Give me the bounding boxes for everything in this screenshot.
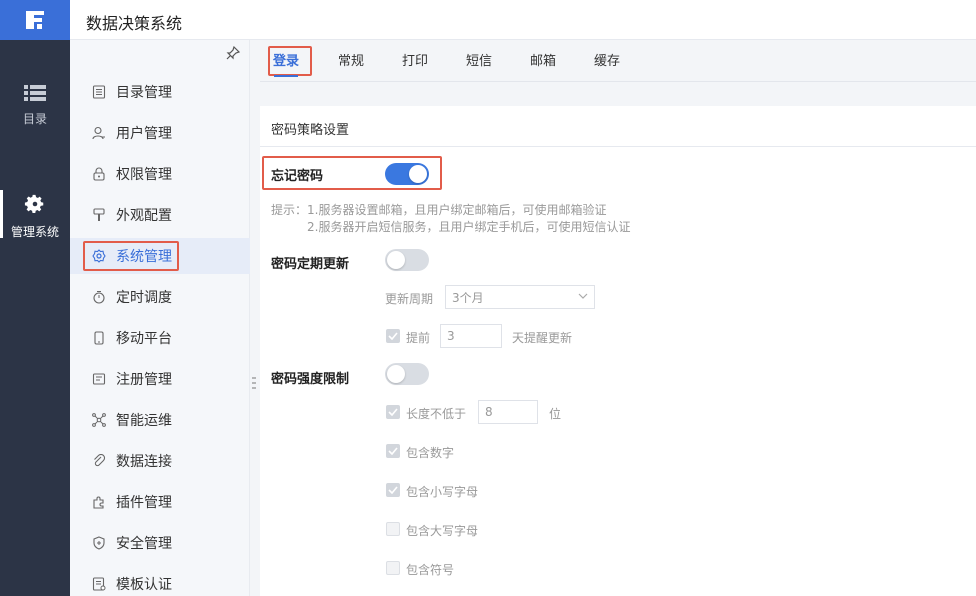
rail-item-admin[interactable]: 管理系统 [0, 193, 70, 240]
sidebar-item-label: 权限管理 [116, 167, 172, 183]
forget-password-toggle[interactable] [385, 163, 429, 185]
sidebar-item-catalog[interactable]: 目录管理 [70, 74, 250, 110]
sidebar-item-label: 数据连接 [116, 454, 172, 470]
update-period-select[interactable]: 3个月 [445, 285, 595, 309]
app-title: 数据决策系统 [86, 14, 183, 33]
uppercase-label: 包含大写字母 [406, 524, 479, 538]
shield-icon [93, 536, 105, 550]
sidebar-item-template-auth[interactable]: 模板认证 [70, 566, 250, 596]
sidebar-item-label: 目录管理 [116, 85, 172, 101]
plugin-icon [93, 496, 104, 509]
app-logo[interactable] [0, 0, 70, 40]
periodic-update-toggle[interactable] [385, 249, 429, 271]
check-icon [388, 486, 398, 494]
digits-checkbox[interactable] [386, 444, 400, 458]
tab-sms[interactable]: 短信 [456, 46, 502, 82]
digits-label: 包含数字 [406, 446, 455, 460]
sidebar-item-label: 安全管理 [116, 536, 172, 552]
template-icon [92, 577, 106, 591]
sidebar-item-label: 注册管理 [116, 372, 172, 388]
uppercase-checkbox[interactable] [386, 522, 400, 536]
sidebar-item-users[interactable]: 用户管理 [70, 115, 250, 151]
pin-icon[interactable] [226, 46, 240, 60]
advance-days-input[interactable]: 3 [440, 324, 502, 348]
toggle-knob [409, 165, 427, 183]
check-icon [388, 408, 398, 416]
toggle-knob [387, 365, 405, 383]
tab-cache[interactable]: 缓存 [584, 46, 630, 82]
tab-email[interactable]: 邮箱 [520, 46, 566, 82]
sidebar-item-permissions[interactable]: 权限管理 [70, 156, 250, 192]
top-header: 数据决策系统 [70, 0, 976, 40]
divider [260, 146, 976, 147]
rail-item-label: 管理系统 [10, 225, 59, 239]
sidebar-item-security[interactable]: 安全管理 [70, 525, 250, 561]
section-title: 密码策略设置 [271, 123, 350, 138]
sidebar-item-ops[interactable]: 智能运维 [70, 402, 250, 438]
password-policy-panel: 密码策略设置 忘记密码 提示：1.服务器设置邮箱，且用户绑定邮箱后，可使用邮箱验… [260, 106, 976, 596]
logo-icon [26, 11, 44, 29]
min-length-unit: 位 [549, 407, 562, 421]
min-length-input[interactable]: 8 [478, 400, 538, 424]
sidebar-item-label: 移动平台 [116, 331, 172, 347]
forget-password-label: 忘记密码 [271, 169, 324, 184]
sidebar-item-label: 智能运维 [116, 413, 172, 429]
sidebar-item-label: 定时调度 [116, 290, 172, 306]
sidebar-item-label: 系统管理 [116, 249, 172, 265]
min-length-label: 长度不低于 [406, 407, 467, 421]
lowercase-checkbox[interactable] [386, 483, 400, 497]
mobile-icon [94, 331, 104, 345]
check-icon [388, 447, 398, 455]
highlight-box [268, 46, 312, 76]
tab-general[interactable]: 常规 [328, 46, 374, 82]
user-icon [92, 126, 105, 140]
sidebar-item-schedule[interactable]: 定时调度 [70, 279, 250, 315]
rail-item-catalog[interactable]: 目录 [0, 84, 70, 127]
symbols-label: 包含符号 [406, 563, 455, 577]
toggle-knob [387, 251, 405, 269]
rail-item-label: 目录 [22, 112, 47, 126]
sidebar-item-plugins[interactable]: 插件管理 [70, 484, 250, 520]
min-length-checkbox[interactable] [386, 405, 400, 419]
password-strength-toggle[interactable] [385, 363, 429, 385]
gear-icon [92, 249, 106, 263]
password-strength-label: 密码强度限制 [271, 372, 350, 387]
tab-print[interactable]: 打印 [392, 46, 438, 82]
catalog-icon [92, 85, 106, 99]
main-content: 登录 常规 打印 短信 邮箱 缓存 密码策略设置 忘记密码 提示：1.服务器设置… [250, 40, 976, 596]
gear-icon [24, 194, 44, 213]
periodic-update-label: 密码定期更新 [271, 257, 350, 272]
register-icon [92, 373, 106, 385]
advance-label: 提前 [406, 331, 431, 345]
sidebar-item-label: 模板认证 [116, 577, 172, 593]
list-icon [24, 85, 46, 101]
sidebar-item-mobile[interactable]: 移动平台 [70, 320, 250, 356]
chevron-down-icon [578, 293, 588, 299]
symbols-checkbox[interactable] [386, 561, 400, 575]
update-period-label: 更新周期 [385, 292, 434, 306]
hint-line-2: 2.服务器开启短信服务，且用户绑定手机后，可使用短信认证 [307, 220, 631, 234]
lowercase-label: 包含小写字母 [406, 485, 479, 499]
ops-icon [92, 413, 106, 427]
sidebar-item-label: 插件管理 [116, 495, 172, 511]
sidebar-item-label: 用户管理 [116, 126, 172, 142]
advance-suffix: 天提醒更新 [512, 331, 573, 345]
sidebar-item-register[interactable]: 注册管理 [70, 361, 250, 397]
link-icon [94, 454, 106, 467]
hint-line-1: 提示：1.服务器设置邮箱，且用户绑定邮箱后，可使用邮箱验证 [271, 203, 607, 217]
sidebar-item-label: 外观配置 [116, 208, 172, 224]
timer-icon [93, 291, 105, 304]
sidebar-item-data-connection[interactable]: 数据连接 [70, 443, 250, 479]
sidebar-item-system[interactable]: 系统管理 [70, 238, 250, 274]
check-icon [388, 332, 398, 340]
advance-checkbox[interactable] [386, 329, 400, 343]
lock-icon [93, 167, 105, 181]
nav-rail: 目录 管理系统 [0, 0, 70, 596]
brush-icon [93, 208, 105, 221]
settings-tabs: 登录 常规 打印 短信 邮箱 缓存 [260, 46, 976, 82]
sidebar: 目录管理 用户管理 权限管理 外观配置 系统管理 定时调度 移动平台 注册管理 … [70, 40, 250, 596]
sidebar-item-appearance[interactable]: 外观配置 [70, 197, 250, 233]
tab-login[interactable]: 登录 [264, 46, 312, 82]
